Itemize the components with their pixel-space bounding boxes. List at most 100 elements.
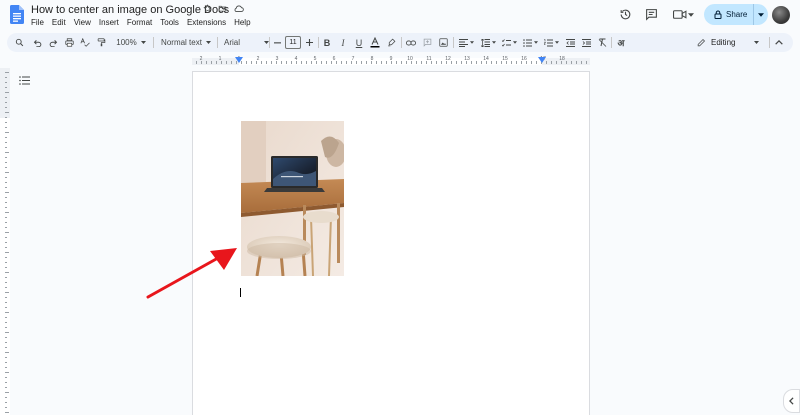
underline-button[interactable]: U (353, 33, 365, 52)
share-main[interactable]: Share (704, 4, 754, 25)
star-icon[interactable] (203, 4, 212, 13)
toolbar: 100% Normal text Arial 11 B I U अ Editin… (7, 33, 793, 52)
ruler-tick (216, 61, 217, 64)
line-spacing-button[interactable] (479, 33, 497, 52)
toolbar-divider (318, 37, 319, 48)
bulleted-list-button[interactable] (521, 33, 539, 52)
hide-menus-button[interactable] (773, 33, 785, 52)
ruler-tick (346, 61, 347, 64)
insert-link-button[interactable] (405, 33, 417, 52)
menu-view[interactable]: View (70, 18, 95, 27)
insert-image-button[interactable] (437, 33, 449, 52)
menu-edit[interactable]: Edit (48, 18, 70, 27)
decrease-indent-button[interactable] (564, 33, 576, 52)
vertical-ruler-tick (5, 152, 9, 153)
ruler-tick (486, 61, 487, 64)
avatar[interactable] (772, 6, 790, 24)
vertical-ruler-tick (5, 142, 7, 143)
chevron-down-icon (554, 41, 559, 44)
search-menus-button[interactable] (13, 33, 25, 52)
ruler-tick (576, 61, 577, 64)
history-icon[interactable] (619, 8, 632, 21)
share-dropdown[interactable] (754, 12, 768, 17)
redo-button[interactable] (47, 33, 59, 52)
highlight-color-button[interactable] (385, 33, 397, 52)
vertical-ruler-tick (5, 187, 7, 188)
header: How to center an image on Google Docs Fi… (0, 0, 800, 32)
ruler-tick (321, 61, 322, 64)
font-family-select[interactable]: Arial (221, 33, 271, 52)
paint-format-button[interactable] (95, 33, 107, 52)
input-tools-button[interactable]: अ (614, 33, 628, 52)
menu-insert[interactable]: Insert (95, 18, 123, 27)
inserted-image[interactable] (241, 121, 344, 276)
undo-button[interactable] (31, 33, 43, 52)
numbered-list-button[interactable] (542, 33, 560, 52)
ruler-tick (271, 61, 272, 64)
vertical-ruler-tick (5, 192, 9, 193)
menu-help[interactable]: Help (230, 18, 254, 27)
underline-icon: U (355, 37, 363, 48)
laptop-desk-photo (241, 121, 344, 276)
vertical-ruler-tick (5, 162, 7, 163)
vertical-ruler-tick (5, 377, 7, 378)
document-outline-icon[interactable] (19, 76, 30, 85)
font-size-input[interactable]: 11 (285, 36, 301, 49)
horizontal-ruler[interactable]: 21123456789101112131415161718 (192, 55, 590, 65)
vertical-ruler-tick (5, 347, 7, 348)
plus-icon (305, 39, 313, 46)
print-button[interactable] (63, 33, 75, 52)
vertical-ruler[interactable] (0, 68, 10, 415)
move-folder-icon[interactable] (218, 4, 227, 13)
ruler-tick (296, 61, 297, 64)
italic-icon: I (341, 37, 345, 48)
vertical-ruler-tick (5, 202, 7, 203)
chevron-down-icon[interactable] (688, 13, 694, 17)
paragraph-style-select[interactable]: Normal text (157, 33, 215, 52)
google-docs-logo-icon[interactable] (10, 5, 24, 24)
side-panel-toggle[interactable] (783, 389, 800, 413)
zoom-select[interactable]: 100% (111, 33, 151, 52)
cloud-saved-icon[interactable] (233, 4, 244, 13)
vertical-ruler-tick (5, 157, 7, 158)
ruler-tick (481, 61, 482, 64)
vertical-ruler-tick (5, 177, 7, 178)
ruler-tick (331, 61, 332, 64)
ruler-tick (376, 61, 377, 64)
text-color-button[interactable] (369, 33, 381, 52)
add-comment-button[interactable] (421, 33, 433, 52)
vertical-ruler-tick (5, 387, 7, 388)
increase-font-size-button[interactable] (304, 33, 314, 52)
ruler-tick (466, 61, 467, 64)
menu-format[interactable]: Format (123, 18, 156, 27)
vertical-ruler-tick (5, 117, 7, 118)
spelling-check-button[interactable] (79, 33, 91, 52)
bold-button[interactable]: B (321, 33, 333, 52)
editing-mode-select[interactable]: Editing (692, 33, 764, 52)
menu-file[interactable]: File (31, 18, 48, 27)
share-button[interactable]: Share (704, 4, 768, 25)
ruler-tick (251, 61, 252, 64)
menu-extensions[interactable]: Extensions (183, 18, 230, 27)
menu-tools[interactable]: Tools (156, 18, 183, 27)
vertical-ruler-tick (5, 412, 9, 413)
ruler-tick (566, 61, 567, 64)
italic-button[interactable]: I (337, 33, 349, 52)
align-button[interactable] (457, 33, 475, 52)
left-indent-marker-icon[interactable] (235, 57, 243, 63)
right-indent-marker-icon[interactable] (538, 57, 546, 63)
vertical-ruler-tick (5, 72, 9, 73)
decrease-font-size-button[interactable] (272, 33, 282, 52)
search-icon (15, 38, 23, 47)
bold-icon: B (323, 37, 331, 48)
document-title[interactable]: How to center an image on Google Docs (31, 4, 229, 16)
image-icon (438, 38, 448, 47)
chevron-up-icon (775, 40, 783, 45)
video-call-icon[interactable] (673, 9, 687, 20)
vertical-ruler-tick (5, 282, 7, 283)
vertical-ruler-tick (5, 102, 7, 103)
comment-icon[interactable] (645, 8, 658, 21)
clear-formatting-button[interactable] (596, 33, 608, 52)
increase-indent-button[interactable] (580, 33, 592, 52)
checklist-button[interactable] (500, 33, 518, 52)
